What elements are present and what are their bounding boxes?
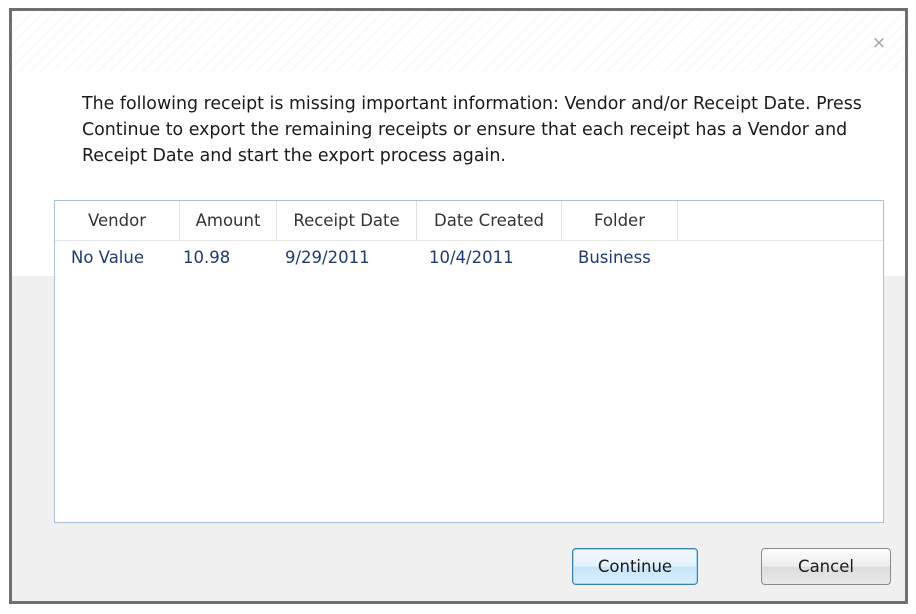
cell-folder: Business <box>578 248 651 267</box>
cell-amount: 10.98 <box>183 248 231 267</box>
receipts-table: Vendor Amount Receipt Date Date Created … <box>54 200 884 523</box>
dialog-header <box>12 11 905 73</box>
cell-receipt-date: 9/29/2011 <box>285 248 370 267</box>
column-header-folder[interactable]: Folder <box>562 201 678 240</box>
missing-info-dialog: × The following receipt is missing impor… <box>9 8 908 604</box>
column-header-date-created[interactable]: Date Created <box>417 201 562 240</box>
column-header-vendor[interactable]: Vendor <box>55 201 180 240</box>
cell-date-created: 10/4/2011 <box>429 248 514 267</box>
cancel-button[interactable]: Cancel <box>761 548 891 585</box>
close-icon[interactable]: × <box>871 35 887 52</box>
continue-button[interactable]: Continue <box>572 548 698 585</box>
warning-message: The following receipt is missing importa… <box>82 94 862 166</box>
table-row[interactable]: No Value 10.98 9/29/2011 10/4/2011 Busin… <box>55 241 883 274</box>
column-header-amount[interactable]: Amount <box>180 201 277 240</box>
cell-vendor: No Value <box>71 248 144 267</box>
table-header-row: Vendor Amount Receipt Date Date Created … <box>55 201 883 241</box>
column-header-receipt-date[interactable]: Receipt Date <box>277 201 417 240</box>
